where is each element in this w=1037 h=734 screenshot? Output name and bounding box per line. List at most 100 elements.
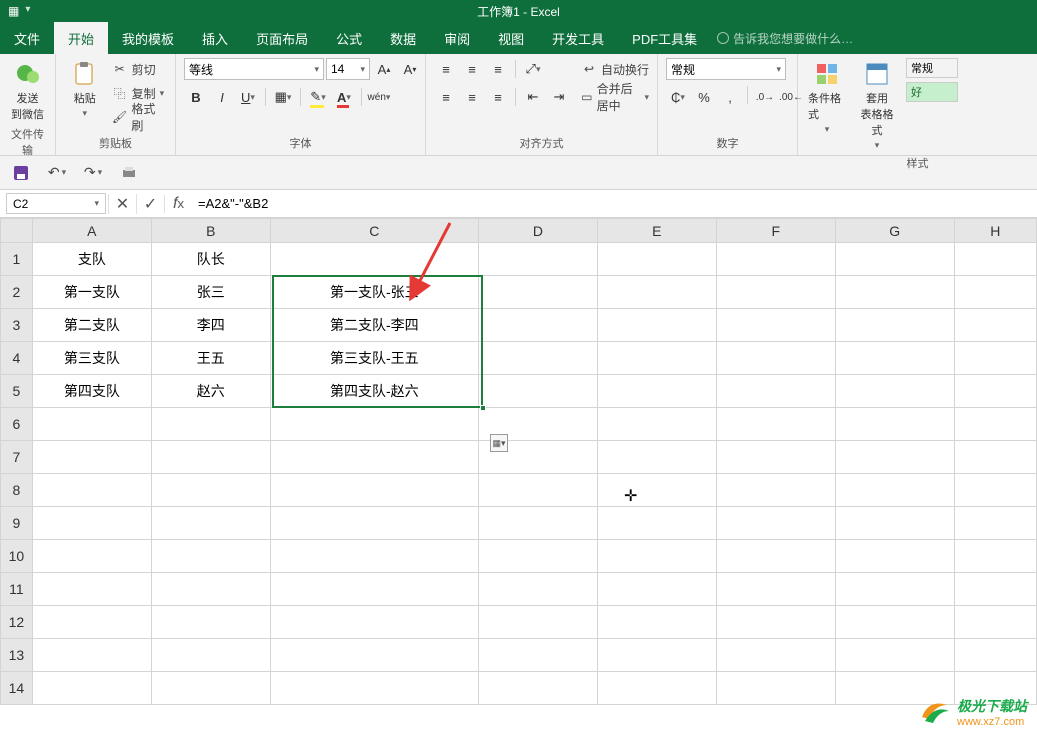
number-format-combo[interactable]: 常规▾ xyxy=(666,58,786,80)
cell-G3[interactable] xyxy=(835,309,954,342)
cell-F5[interactable] xyxy=(716,375,835,408)
cell-D9[interactable] xyxy=(478,507,597,540)
increase-decimal-button[interactable]: .0→ xyxy=(753,86,777,108)
border-button[interactable]: ▦▾ xyxy=(271,86,295,108)
row-header-5[interactable]: 5 xyxy=(1,375,33,408)
cell-H11[interactable] xyxy=(954,573,1036,606)
formula-input[interactable] xyxy=(192,196,1037,211)
font-size-combo[interactable]: 14▾ xyxy=(326,58,370,80)
col-header-A[interactable]: A xyxy=(32,219,151,243)
cell-F13[interactable] xyxy=(716,639,835,672)
cell-G2[interactable] xyxy=(835,276,954,309)
menu-item-数据[interactable]: 数据 xyxy=(376,22,430,54)
menu-item-公式[interactable]: 公式 xyxy=(322,22,376,54)
row-header-3[interactable]: 3 xyxy=(1,309,33,342)
send-to-wechat-button[interactable]: 发送 到微信 xyxy=(8,58,47,124)
cell-D2[interactable] xyxy=(478,276,597,309)
cell-C7[interactable] xyxy=(270,441,478,474)
cell-B14[interactable] xyxy=(151,672,270,705)
cell-C8[interactable] xyxy=(270,474,478,507)
print-preview-button[interactable] xyxy=(118,162,140,184)
row-header-10[interactable]: 10 xyxy=(1,540,33,573)
cell-G8[interactable] xyxy=(835,474,954,507)
cell-B12[interactable] xyxy=(151,606,270,639)
cell-C14[interactable] xyxy=(270,672,478,705)
cell-C11[interactable] xyxy=(270,573,478,606)
menu-item-开始[interactable]: 开始 xyxy=(54,22,108,54)
cell-G4[interactable] xyxy=(835,342,954,375)
cell-A1[interactable]: 支队 xyxy=(32,243,151,276)
row-header-7[interactable]: 7 xyxy=(1,441,33,474)
menu-item-开发工具[interactable]: 开发工具 xyxy=(538,22,618,54)
cell-B10[interactable] xyxy=(151,540,270,573)
cell-E9[interactable] xyxy=(597,507,716,540)
fill-color-button[interactable]: ✎▾ xyxy=(306,86,330,108)
cell-B5[interactable]: 赵六 xyxy=(151,375,270,408)
col-header-B[interactable]: B xyxy=(151,219,270,243)
underline-button[interactable]: U▾ xyxy=(236,86,260,108)
cell-G12[interactable] xyxy=(835,606,954,639)
cell-A12[interactable] xyxy=(32,606,151,639)
autofill-options-button[interactable]: ▦▾ xyxy=(490,434,508,452)
cell-H8[interactable] xyxy=(954,474,1036,507)
col-header-C[interactable]: C xyxy=(270,219,478,243)
tell-me-box[interactable]: 告诉我您想要做什么… xyxy=(717,30,853,47)
cell-A13[interactable] xyxy=(32,639,151,672)
cell-D11[interactable] xyxy=(478,573,597,606)
row-header-1[interactable]: 1 xyxy=(1,243,33,276)
cell-C1[interactable] xyxy=(270,243,478,276)
format-as-table-button[interactable]: 套用 表格格式▾ xyxy=(856,58,898,153)
cell-D5[interactable] xyxy=(478,375,597,408)
cell-D1[interactable] xyxy=(478,243,597,276)
qat-dropdown-icon[interactable]: ▾ xyxy=(25,4,30,18)
cell-B8[interactable] xyxy=(151,474,270,507)
cell-E13[interactable] xyxy=(597,639,716,672)
cell-E2[interactable] xyxy=(597,276,716,309)
percent-button[interactable]: % xyxy=(692,86,716,108)
cell-A7[interactable] xyxy=(32,441,151,474)
cell-H6[interactable] xyxy=(954,408,1036,441)
cell-H2[interactable] xyxy=(954,276,1036,309)
cell-C4[interactable]: 第三支队-王五 xyxy=(270,342,478,375)
cell-E10[interactable] xyxy=(597,540,716,573)
merge-center-button[interactable]: ▭合并后居中▾ xyxy=(581,86,649,108)
cell-G11[interactable] xyxy=(835,573,954,606)
align-left-button[interactable]: ≡ xyxy=(434,86,458,108)
cell-A10[interactable] xyxy=(32,540,151,573)
align-bottom-button[interactable]: ≡ xyxy=(486,58,510,80)
cell-B13[interactable] xyxy=(151,639,270,672)
col-header-H[interactable]: H xyxy=(954,219,1036,243)
row-header-14[interactable]: 14 xyxy=(1,672,33,705)
accounting-format-button[interactable]: ₵▾ xyxy=(666,86,690,108)
cell-D12[interactable] xyxy=(478,606,597,639)
cell-E8[interactable] xyxy=(597,474,716,507)
select-all-corner[interactable] xyxy=(1,219,33,243)
menu-item-插入[interactable]: 插入 xyxy=(188,22,242,54)
cell-A14[interactable] xyxy=(32,672,151,705)
fill-handle[interactable] xyxy=(480,405,486,411)
cell-D4[interactable] xyxy=(478,342,597,375)
cell-H1[interactable] xyxy=(954,243,1036,276)
font-name-combo[interactable]: 等线▾ xyxy=(184,58,324,80)
undo-button[interactable]: ↶▾ xyxy=(46,162,68,184)
cell-C10[interactable] xyxy=(270,540,478,573)
cell-C6[interactable] xyxy=(270,408,478,441)
col-header-F[interactable]: F xyxy=(716,219,835,243)
cell-F6[interactable] xyxy=(716,408,835,441)
cell-D10[interactable] xyxy=(478,540,597,573)
menu-item-审阅[interactable]: 审阅 xyxy=(430,22,484,54)
spreadsheet-grid[interactable]: ABCDEFGH1支队队长2第一支队张三第一支队-张三3第二支队李四第二支队-李… xyxy=(0,218,1037,716)
align-top-button[interactable]: ≡ xyxy=(434,58,458,80)
cell-F2[interactable] xyxy=(716,276,835,309)
paste-button[interactable]: 粘贴 ▾ xyxy=(64,58,106,121)
redo-button[interactable]: ↷▾ xyxy=(82,162,104,184)
cell-B9[interactable] xyxy=(151,507,270,540)
row-header-13[interactable]: 13 xyxy=(1,639,33,672)
cell-A5[interactable]: 第四支队 xyxy=(32,375,151,408)
cell-B1[interactable]: 队长 xyxy=(151,243,270,276)
cell-D3[interactable] xyxy=(478,309,597,342)
cell-B3[interactable]: 李四 xyxy=(151,309,270,342)
cell-B4[interactable]: 王五 xyxy=(151,342,270,375)
cell-C3[interactable]: 第二支队-李四 xyxy=(270,309,478,342)
cell-E5[interactable] xyxy=(597,375,716,408)
